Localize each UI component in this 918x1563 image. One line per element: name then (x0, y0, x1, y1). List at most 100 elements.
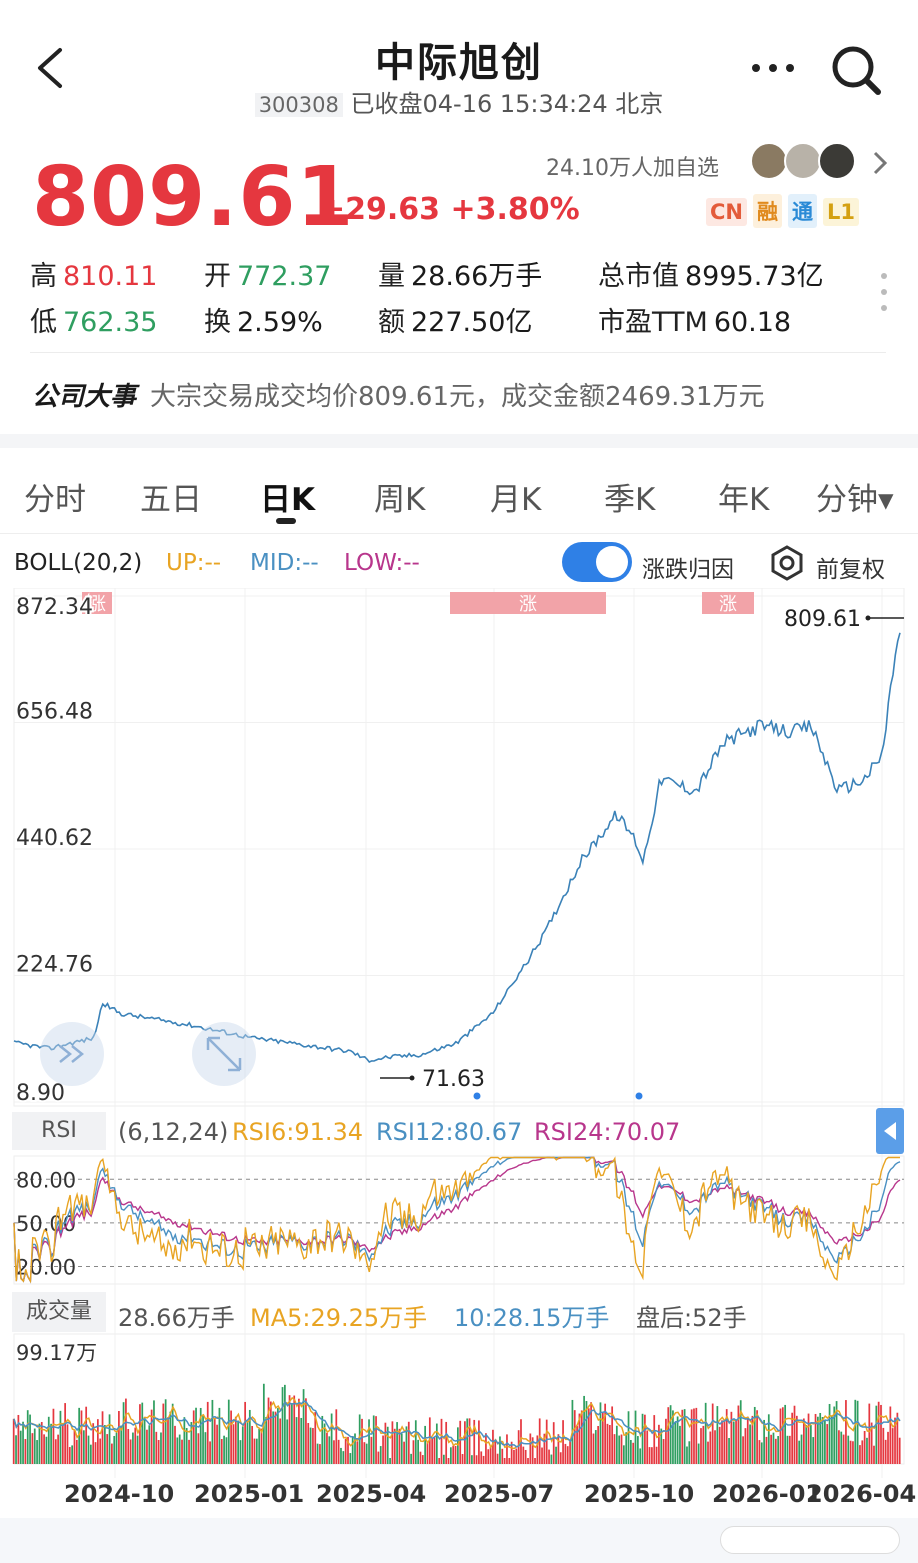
volume-bar (480, 1451, 483, 1464)
adjust-label[interactable]: 前复权 (816, 550, 885, 584)
volume-bar (312, 1428, 314, 1464)
volume-bar (536, 1435, 539, 1464)
tab-yearly-k[interactable]: 年K (718, 474, 769, 519)
volume-bar (291, 1402, 293, 1464)
expand-stats-icon[interactable] (876, 270, 892, 314)
volume-bar (482, 1455, 485, 1464)
follower-count[interactable]: 24.10万人加自选 (546, 150, 719, 182)
volume-bar (831, 1415, 833, 1464)
volume-bar (608, 1425, 611, 1464)
volume-bar (246, 1421, 249, 1464)
badge-l1[interactable]: L1 (823, 198, 859, 226)
volume-ma5: MA5:29.25万手 (250, 1304, 428, 1332)
badge-cn[interactable]: CN (706, 198, 747, 226)
volume-bar (648, 1447, 651, 1464)
tab-daily-k[interactable]: 日K (260, 474, 315, 519)
market-status: 300308 已收盘04-16 15:34:24 北京 (0, 84, 918, 119)
volume-bar (686, 1446, 688, 1464)
chevron-right-icon[interactable] (870, 150, 890, 176)
rsi24-line (13, 1156, 901, 1284)
tab-minute[interactable]: 分钟▾ (816, 474, 894, 519)
volume-bar (690, 1409, 693, 1464)
volume-bar (662, 1439, 665, 1464)
stat-pe: 市盈TTM 60.18 (598, 307, 792, 338)
volume-bar (424, 1425, 427, 1464)
volume-bar (80, 1410, 83, 1464)
volume-bar (545, 1419, 548, 1464)
volume-bar (375, 1416, 377, 1464)
tab-five-day[interactable]: 五日 (140, 474, 202, 519)
volume-bar (653, 1415, 656, 1464)
volume-bar (634, 1410, 637, 1464)
volume-bar (863, 1430, 866, 1464)
tab-quarterly-k[interactable]: 季K (604, 474, 655, 519)
volume-bar (496, 1453, 499, 1464)
rsi24-value: RSI24:70.07 (534, 1118, 681, 1146)
volume-bar (449, 1447, 452, 1464)
volume-bar (155, 1431, 158, 1464)
volume-bar (658, 1424, 660, 1464)
volume-bar (43, 1434, 45, 1464)
volume-bar (209, 1441, 211, 1464)
event-text: 大宗交易成交均价809.61元，成交金额2469.31万元 (150, 382, 765, 412)
collapse-panel-button[interactable] (876, 1108, 904, 1154)
volume-bar (812, 1437, 815, 1464)
badge-margin[interactable]: 融 (753, 194, 782, 228)
tab-intraday[interactable]: 分时 (24, 474, 86, 519)
volume-bar (641, 1413, 644, 1464)
volume-bar (223, 1435, 225, 1464)
volume-bar (307, 1423, 310, 1464)
volume-bar (326, 1432, 328, 1464)
tab-monthly-k[interactable]: 月K (490, 474, 541, 519)
home-indicator[interactable] (720, 1526, 900, 1554)
volume-bar (12, 1418, 15, 1464)
x-tick: 2025-07 (444, 1480, 555, 1508)
search-icon[interactable] (828, 42, 884, 98)
volume-bar (127, 1429, 130, 1464)
min-price-label: 71.63 (422, 1067, 485, 1092)
volume-y-tick: 99.17万 (16, 1341, 97, 1365)
volume-bar (665, 1418, 667, 1464)
volume-bar (316, 1443, 319, 1464)
follower-avatars[interactable] (750, 142, 860, 182)
volume-bar (153, 1400, 155, 1464)
volume-bar (421, 1455, 424, 1464)
stat-turnover: 换 2.59% (204, 307, 323, 338)
volume-bar (253, 1438, 256, 1464)
rsi-params: (6,12,24) (118, 1118, 229, 1146)
volume-bar (506, 1434, 508, 1464)
volume-bar (115, 1432, 118, 1464)
volume-bar (176, 1437, 179, 1464)
volume-bar (45, 1436, 48, 1464)
volume-bar (842, 1434, 845, 1464)
tab-weekly-k[interactable]: 周K (374, 474, 425, 519)
volume-bar (838, 1430, 840, 1464)
volume-bar (447, 1458, 450, 1464)
volume-bar (548, 1449, 550, 1464)
volume-bar (403, 1441, 405, 1464)
volume-bar (150, 1409, 153, 1464)
volume-bar (629, 1440, 632, 1464)
volume-bar (693, 1408, 695, 1464)
attribution-toggle[interactable] (562, 542, 632, 582)
company-event[interactable]: 公司大事 大宗交易成交均价809.61元，成交金额2469.31万元 (32, 376, 765, 413)
settings-icon[interactable] (768, 544, 806, 582)
volume-value: 28.66万手 (118, 1304, 235, 1332)
volume-bar (104, 1425, 106, 1464)
volume-bar (471, 1455, 473, 1464)
volume-bar (746, 1416, 749, 1464)
volume-bar (136, 1435, 139, 1464)
badge-connect[interactable]: 通 (788, 194, 817, 228)
volume-bar (230, 1410, 232, 1464)
volume-bar (573, 1410, 576, 1464)
volume-bar (795, 1415, 798, 1464)
active-tab-indicator (276, 518, 296, 524)
more-icon[interactable] (748, 58, 798, 78)
kline-chart[interactable]: 涨涨涨872.34656.48440.62224.768.90809.6171.… (0, 588, 918, 1478)
volume-bar (802, 1418, 805, 1464)
volume-bar (569, 1441, 571, 1464)
volume-bar (94, 1442, 97, 1464)
volume-bar (784, 1404, 787, 1464)
volume-bar (522, 1446, 525, 1464)
boll-label[interactable]: BOLL(20,2) (14, 550, 142, 576)
